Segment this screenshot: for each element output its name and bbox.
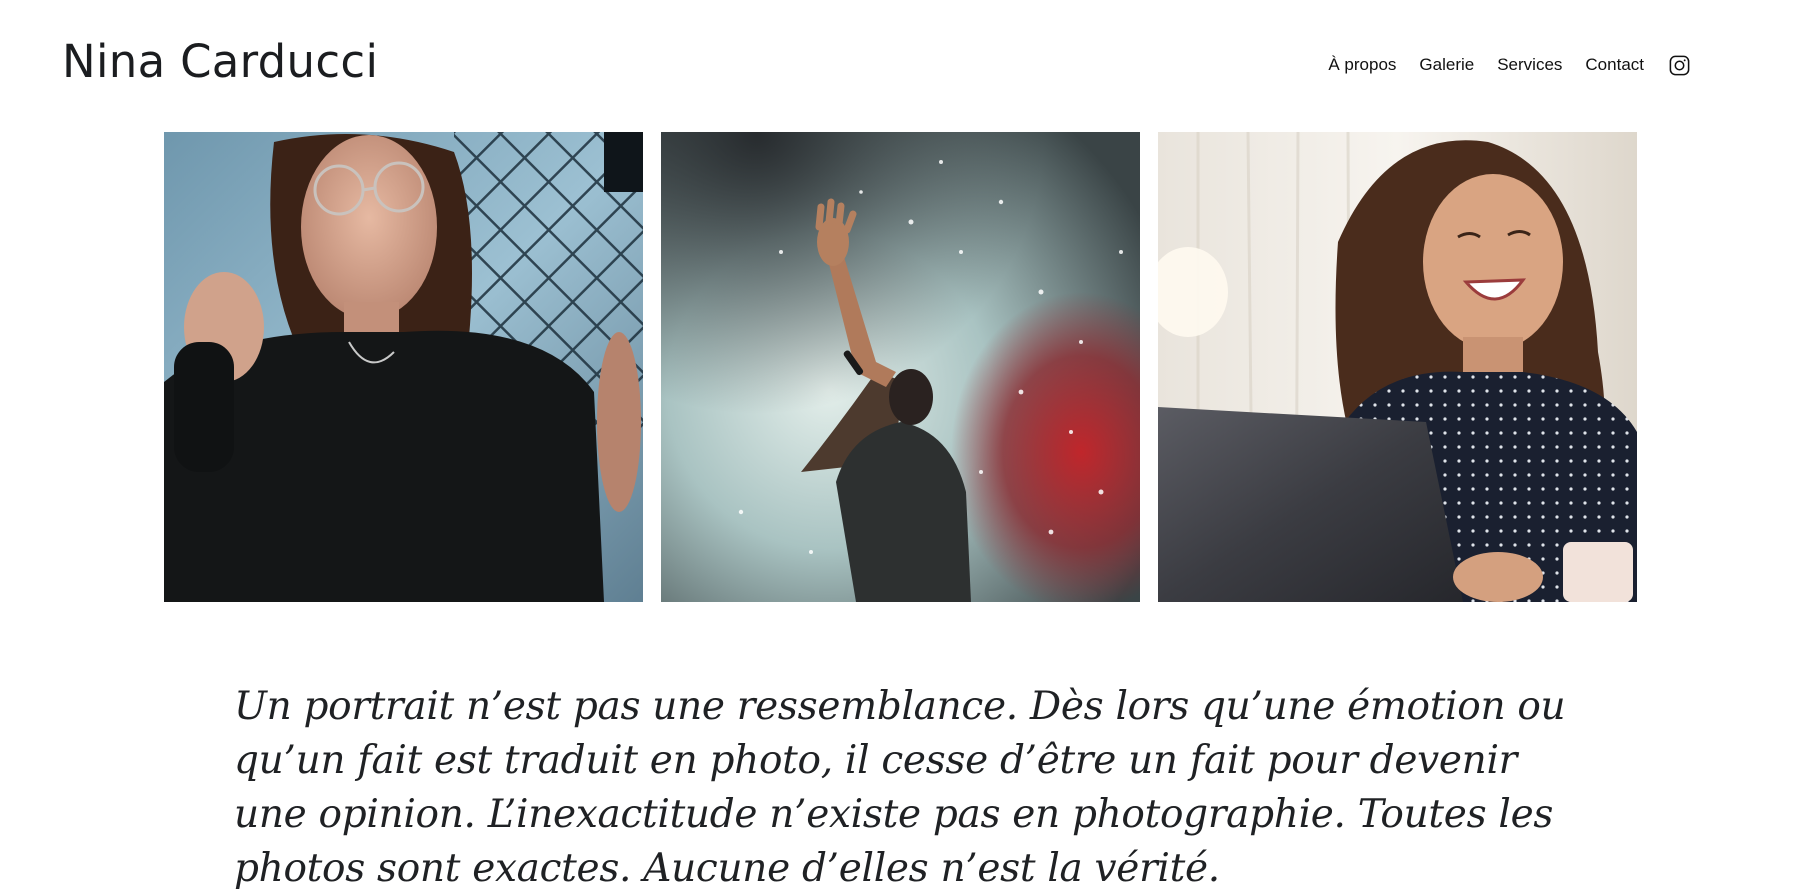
photo-gallery [164, 132, 1637, 602]
main-nav: À propos Galerie Services Contact [1328, 52, 1691, 78]
nav-item-services[interactable]: Services [1497, 52, 1562, 78]
gallery-photo-portrait[interactable] [164, 132, 643, 602]
gallery-photo-laptop[interactable] [1158, 132, 1637, 602]
page: Nina Carducci À propos Galerie Services … [0, 0, 1794, 889]
instagram-icon[interactable] [1667, 53, 1691, 77]
portrait-quote: Un portrait n’est pas une ressemblance. … [234, 684, 1566, 889]
gallery-photo-concert[interactable] [661, 132, 1140, 602]
nav-item-galerie[interactable]: Galerie [1419, 52, 1474, 78]
nav-item-contact[interactable]: Contact [1585, 52, 1644, 78]
nav-item-a-propos[interactable]: À propos [1328, 52, 1396, 78]
site-title[interactable]: Nina Carducci [62, 34, 378, 90]
